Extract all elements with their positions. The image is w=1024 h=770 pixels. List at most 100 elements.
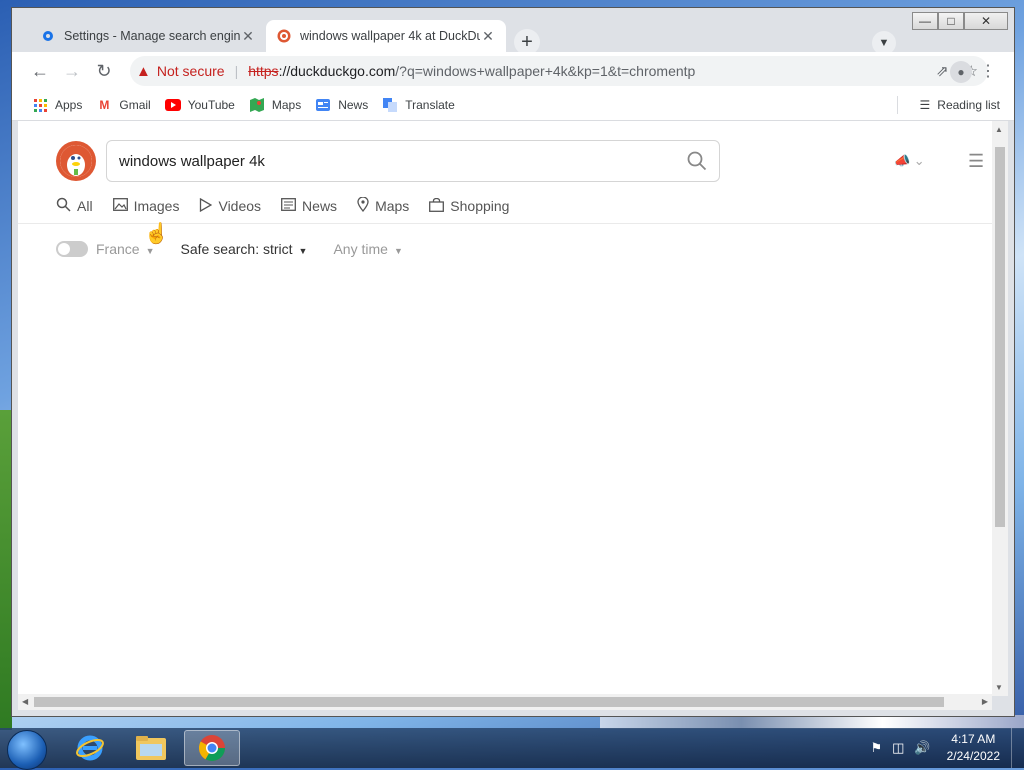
tab-strip: Settings - Manage search engine ✕ window… (12, 16, 1014, 55)
reading-list-icon: ☰ (919, 98, 931, 112)
news-icon (315, 98, 331, 112)
omnibox-separator: | (234, 63, 239, 79)
search-icon[interactable] (687, 151, 707, 175)
show-desktop-button[interactable] (1011, 728, 1024, 768)
tab-images[interactable]: Images (112, 197, 180, 215)
tab-duckduckgo[interactable]: windows wallpaper 4k at DuckDuckGo ✕ (266, 20, 506, 52)
pin-icon (357, 196, 369, 215)
vertical-scrollbar[interactable]: ▲ ▼ (992, 121, 1008, 696)
volume-icon[interactable]: 🔊 (914, 740, 930, 756)
bookmark-gmail[interactable]: M Gmail (96, 98, 150, 112)
bookmark-label: Apps (55, 98, 83, 112)
caret-down-icon: ▼ (145, 246, 155, 256)
clock[interactable]: 4:17 AM 2/24/2022 (947, 731, 1000, 765)
reading-list-label: Reading list (937, 98, 1000, 112)
reading-list-button[interactable]: ☰ Reading list (920, 98, 1000, 112)
tab-label: Shopping (450, 198, 510, 214)
region-toggle[interactable] (56, 241, 88, 257)
address-bar[interactable]: ▲ Not secure | https ://duckduckgo.com /… (130, 56, 988, 86)
bag-icon (429, 197, 445, 215)
region-label: France (96, 241, 140, 257)
search-icon (56, 197, 71, 215)
flag-icon[interactable]: ⚑ (870, 740, 882, 756)
search-filters: France ▼ Safe search: strict ▼ Any time ▼ (56, 241, 403, 257)
desktop-wallpaper-art (600, 715, 1024, 729)
horizontal-scrollbar[interactable]: ◀ ▶ (18, 694, 992, 710)
tab-all[interactable]: All (56, 197, 93, 215)
tab-label: Maps (375, 198, 410, 214)
profile-avatar-icon[interactable]: ● (950, 61, 972, 83)
scroll-right-icon[interactable]: ▶ (982, 697, 988, 706)
bookmarks-divider (897, 96, 898, 114)
browser-toolbar: ← → ↻ ▲ Not secure | https ://duckduckgo… (12, 52, 1014, 90)
bookmark-label: Maps (271, 98, 302, 112)
bookmark-label: Translate (405, 98, 455, 112)
url-path: /?q=windows+wallpaper+4k&kp=1&t=chroment… (395, 63, 696, 79)
back-arrow-icon[interactable]: ← (30, 61, 50, 81)
safe-search-dropdown[interactable]: Safe search: strict ▼ (181, 241, 308, 257)
youtube-icon (164, 98, 181, 112)
forward-arrow-icon[interactable]: → (62, 61, 82, 81)
tab-settings[interactable]: Settings - Manage search engine ✕ (30, 20, 266, 52)
image-icon (112, 198, 128, 214)
scroll-thumb[interactable] (995, 147, 1005, 527)
duck-face-icon (60, 145, 92, 177)
search-verticals: All Images Videos News Maps Shopping (56, 196, 509, 215)
caret-down-icon: ▼ (393, 246, 403, 256)
tab-label: Images (133, 198, 180, 214)
tab-label: News (302, 198, 338, 214)
file-explorer-icon[interactable] (123, 730, 179, 766)
tab-label: All (77, 198, 93, 214)
bookmark-maps[interactable]: Maps (249, 98, 301, 112)
scroll-left-icon[interactable]: ◀ (22, 697, 28, 706)
tray-icons: ⚑ ◫ 🔊 (870, 740, 930, 756)
clock-date: 2/24/2022 (946, 749, 1000, 763)
start-button[interactable] (7, 730, 47, 770)
duckduckgo-logo[interactable] (56, 141, 96, 181)
kebab-menu-icon[interactable]: ⋮ (980, 61, 996, 81)
reload-icon[interactable]: ↻ (94, 61, 114, 81)
bookmark-label: YouTube (187, 98, 235, 112)
bookmark-label: News (338, 98, 369, 112)
scroll-thumb[interactable] (34, 697, 944, 707)
bookmark-apps[interactable]: Apps (32, 98, 82, 112)
bookmark-youtube[interactable]: YouTube (164, 98, 235, 112)
tab-close-icon[interactable]: ✕ (480, 28, 496, 45)
play-icon (199, 197, 213, 215)
share-icon[interactable]: ⇗ (936, 62, 949, 80)
time-label: Any time (333, 241, 388, 257)
time-dropdown[interactable]: Any time ▼ (333, 241, 402, 257)
megaphone-icon[interactable]: 📣 ⌄ (894, 153, 925, 169)
hamburger-menu-icon[interactable]: ☰ (968, 151, 984, 172)
warning-triangle-icon[interactable]: ▲ (136, 63, 151, 80)
bookmark-news[interactable]: News (315, 98, 368, 112)
duckduckgo-icon (276, 28, 292, 44)
internet-explorer-icon[interactable] (62, 730, 118, 766)
tab-shopping[interactable]: Shopping (429, 197, 509, 215)
search-input[interactable]: windows wallpaper 4k (106, 140, 720, 182)
tab-close-icon[interactable]: ✕ (240, 28, 256, 45)
apps-grid-icon (32, 98, 48, 112)
safe-search-label: Safe search: strict (180, 241, 293, 257)
hand-cursor-icon: ☝ (144, 223, 169, 245)
scroll-up-icon[interactable]: ▲ (995, 125, 1003, 134)
security-status[interactable]: Not secure (157, 63, 225, 79)
search-query: windows wallpaper 4k (119, 152, 265, 170)
gear-icon (40, 28, 56, 44)
bookmarks-bar: Apps M Gmail YouTube Maps News Translate… (12, 90, 1014, 121)
url-host: ://duckduckgo.com (278, 63, 396, 79)
tab-videos[interactable]: Videos (199, 197, 261, 215)
tab-maps[interactable]: Maps (357, 196, 410, 215)
tab-news[interactable]: News (281, 197, 337, 215)
tab-title: windows wallpaper 4k at DuckDuckGo (300, 29, 480, 43)
translate-icon (382, 98, 398, 112)
caret-down-icon: ▼ (298, 246, 308, 256)
taskbar: ⚑ ◫ 🔊 4:17 AM 2/24/2022 (0, 728, 1024, 770)
page-content: windows wallpaper 4k 📣 ⌄ ☰ All Images Vi… (18, 121, 992, 696)
bookmark-translate[interactable]: Translate (382, 98, 455, 112)
system-tray: ⚑ ◫ 🔊 4:17 AM 2/24/2022 (870, 728, 1024, 768)
maps-icon (249, 98, 265, 112)
scroll-down-icon[interactable]: ▼ (995, 683, 1003, 692)
network-icon[interactable]: ◫ (892, 740, 904, 756)
chrome-taskbar-icon[interactable] (184, 730, 240, 766)
